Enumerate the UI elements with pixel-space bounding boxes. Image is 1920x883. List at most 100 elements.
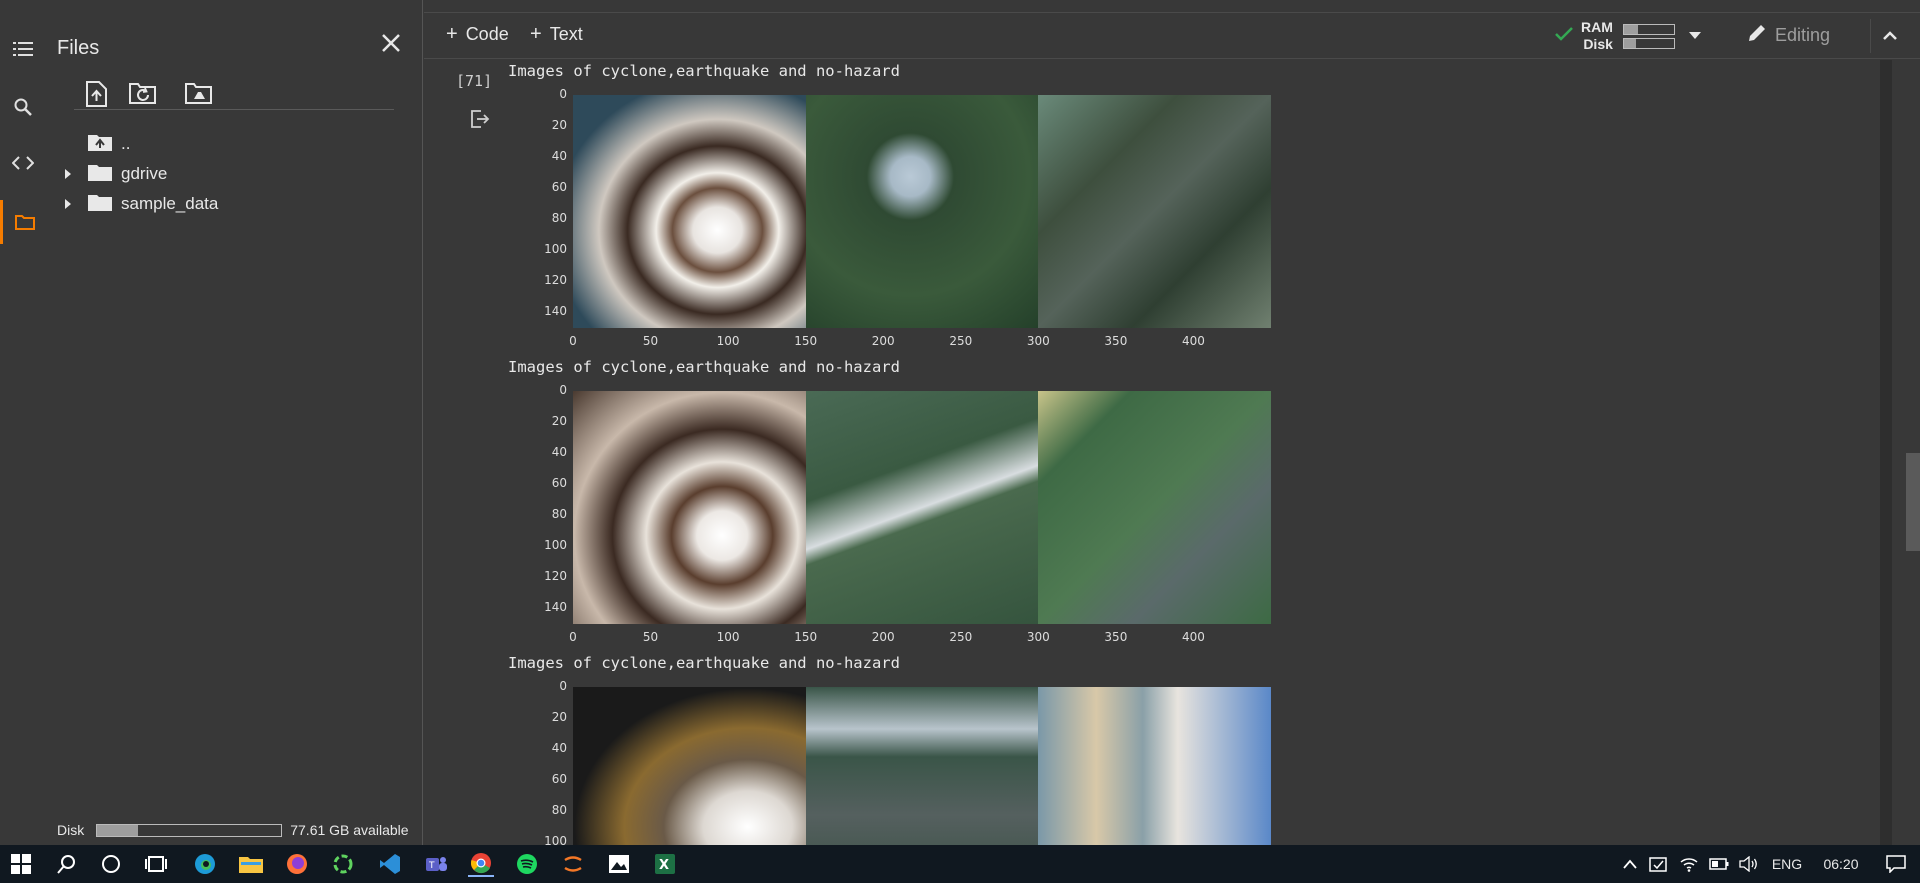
list-item[interactable]: sample_data [56,191,218,217]
x-tick-label: 100 [716,630,740,644]
no-hazard-image [1038,391,1271,624]
image-grid-plot: 0 20 40 60 80 100 120 140 0 50 100 150 200 250 300 350 4… [544,356,1271,644]
disk-available: 77.61 GB available [290,822,409,838]
chrome-icon[interactable] [468,851,494,877]
tree-item-label: .. [121,134,131,153]
y-tick-label: 0 [559,87,567,101]
x-tick-label: 350 [1104,630,1128,644]
language-indicator[interactable]: ENG [1764,856,1810,872]
x-tick-label: 250 [949,334,973,348]
vscode-icon[interactable] [377,851,403,877]
output-menu-icon[interactable] [469,108,491,130]
security-icon[interactable] [1644,855,1674,873]
left-rail [0,0,46,845]
y-tick-label: 120 [544,273,567,288]
x-tick-label: 150 [794,334,818,348]
y-tick-label: 60 [551,180,567,195]
y-tick-label: 20 [551,414,567,429]
list-item[interactable]: gdrive [56,161,167,187]
x-tick-label: 250 [949,630,973,644]
clock[interactable]: 06:20 [1810,856,1872,872]
dropdown-icon[interactable] [1688,27,1701,45]
x-tick-label: 300 [1026,334,1050,348]
refresh-folder-icon[interactable] [128,80,158,110]
firefox-icon[interactable] [284,851,310,877]
file-explorer-icon[interactable] [238,851,264,877]
x-tick-label: 0 [569,630,577,644]
files-icon[interactable] [0,200,46,244]
code-snippets-icon[interactable] [0,141,46,185]
system-tray: ENG 06:20 [1616,845,1920,883]
search-icon[interactable] [54,851,80,877]
cyclone-image [573,95,806,328]
excel-icon[interactable]: X [652,851,678,877]
check-icon [1555,26,1573,46]
chevron-right-icon[interactable] [56,169,80,179]
jupyter-icon[interactable] [560,851,586,877]
chevron-up-icon[interactable] [1870,19,1904,53]
plus-icon: + [530,23,542,45]
x-tick-label: 200 [871,334,895,348]
x-tick-label: 150 [794,630,818,644]
folder-icon [88,193,112,216]
y-tick-label: 40 [551,445,567,460]
sync-app-icon[interactable] [330,851,356,877]
photos-icon[interactable] [606,851,632,877]
windows-start-icon[interactable] [8,851,34,877]
y-tick-label: 140 [544,304,567,319]
table-of-contents-icon[interactable] [0,27,46,71]
notebook-toolbar: + Code + Text RAM Disk Editing [424,12,1920,59]
x-tick-label: 300 [1026,630,1050,644]
y-tick-label: 100 [544,834,567,845]
x-tick-label: 50 [642,630,659,644]
scrollbar-thumb[interactable] [1906,453,1920,551]
y-tick-label: 60 [551,476,567,491]
disk-usage-bar [96,823,283,837]
list-item[interactable]: .. [56,131,130,157]
spotify-icon[interactable] [514,851,540,877]
y-tick-label: 100 [544,538,567,553]
chevron-right-icon[interactable] [56,199,80,209]
x-tick-label: 400 [1181,630,1205,644]
image-row [573,95,1271,328]
notifications-icon[interactable] [1872,855,1920,873]
disk-label: Disk [1583,36,1613,52]
edge-icon[interactable] [192,851,218,877]
files-panel-title: Files [57,37,100,59]
resources-indicator[interactable]: RAM Disk [1555,17,1701,55]
task-view-icon[interactable] [143,851,169,877]
image-grid-plot: 020406080100120140 [544,652,1271,845]
x-tick-label: 50 [642,334,659,348]
mount-drive-icon[interactable] [184,80,214,110]
ram-usage-bar [1622,23,1675,35]
cyclone-image [573,687,806,845]
x-tick-label: 350 [1104,334,1128,348]
close-icon[interactable] [378,30,404,56]
y-tick-label: 20 [551,118,567,133]
chevron-up-icon[interactable] [1616,859,1644,869]
wifi-icon[interactable] [1674,856,1704,872]
tree-item-label: gdrive [121,164,168,183]
battery-icon[interactable] [1704,858,1734,870]
y-tick-label: 140 [544,600,567,615]
add-text-button[interactable]: + Text [530,23,583,46]
earthquake-image [805,391,1039,624]
cortana-icon[interactable] [98,851,124,877]
y-tick-label: 40 [551,149,567,164]
no-hazard-image [1038,687,1271,845]
volume-icon[interactable] [1734,856,1764,872]
disk-usage-bar [1622,37,1675,49]
add-code-button[interactable]: + Code [446,23,509,46]
scrollbar-track[interactable] [1880,60,1892,845]
editing-mode-button[interactable]: Editing [1747,23,1830,48]
y-tick-label: 20 [551,710,567,725]
plus-icon: + [446,23,458,45]
teams-icon[interactable]: T [423,851,449,877]
search-icon[interactable] [0,85,46,129]
x-tick-label: 0 [569,334,577,348]
disk-usage: Disk 77.61 GB available [57,822,409,838]
earthquake-image [805,687,1039,845]
y-tick-label: 80 [551,211,567,226]
upload-file-icon[interactable] [84,80,114,110]
image-row [573,391,1271,624]
